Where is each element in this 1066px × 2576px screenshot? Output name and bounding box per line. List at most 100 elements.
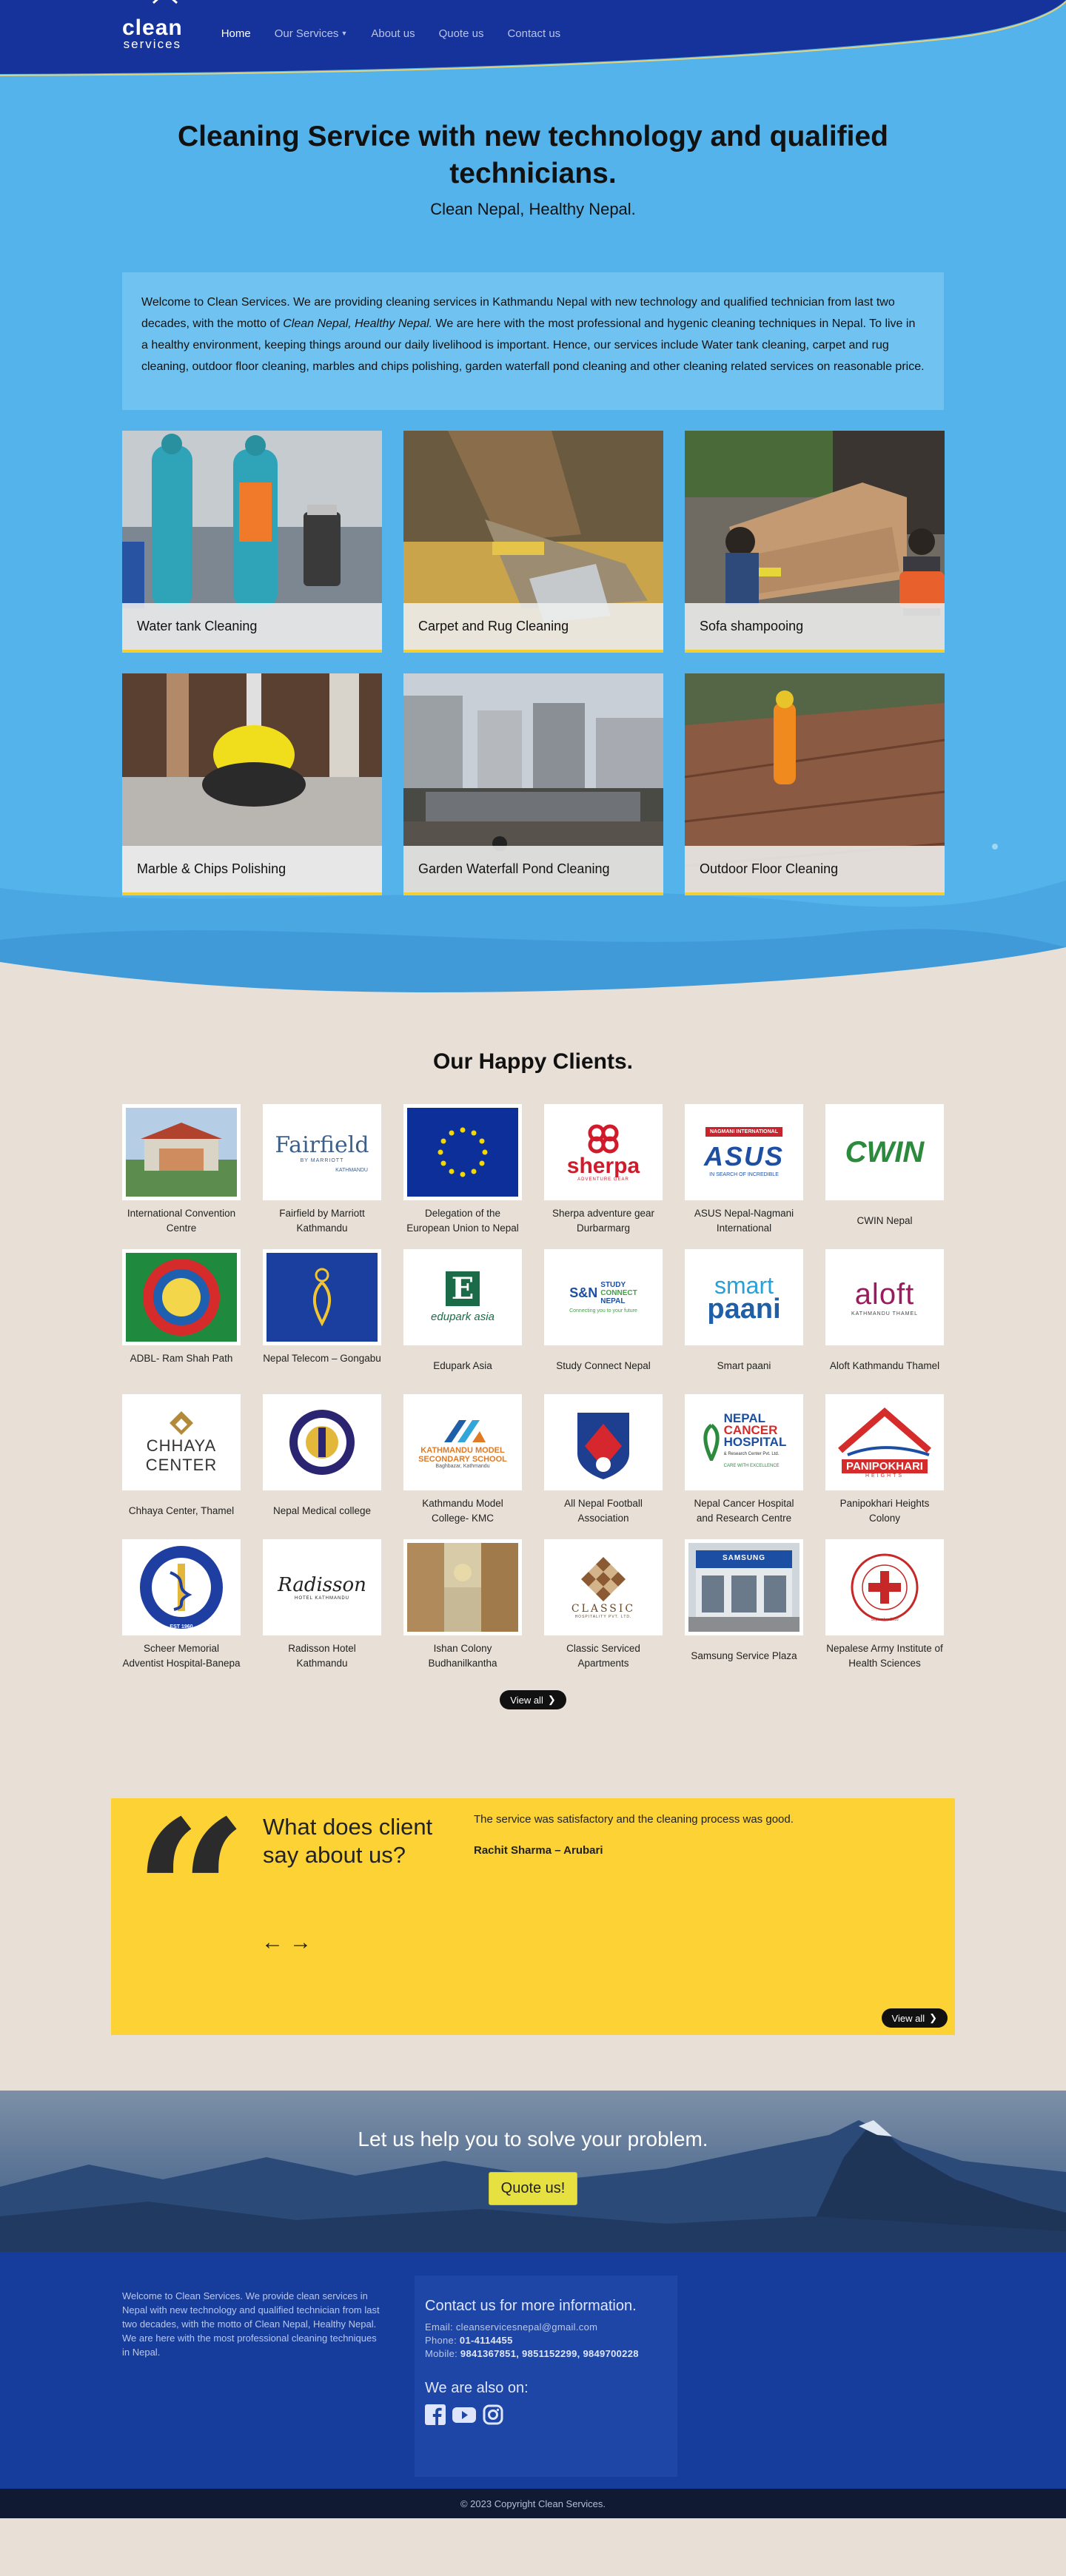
client-logo-text: E [445,1271,480,1306]
footer-about: Welcome to Clean Services. We provide cl… [122,2290,380,2358]
client-logo-text: & Research Center Pvt. Ltd. [723,1452,780,1456]
client-item[interactable]: Radisson HOTEL KATHMANDU Radisson Hotel … [263,1539,381,1671]
nav-contact-us[interactable]: Contact us [495,20,572,47]
nav-home[interactable]: Home [209,20,263,47]
phone-number[interactable]: 01-4114455 [460,2335,513,2346]
client-logo-text: STUDY [600,1281,626,1289]
client-logo-text: EST 1960 [170,1624,193,1630]
cta-section: Let us help you to solve your problem. Q… [0,2091,1066,2252]
scheer-memorial-emblem [140,1546,223,1629]
client-item[interactable]: September 2010 Nepalese Army Institute o… [825,1539,944,1671]
testimonial-view-all-button[interactable]: View all ❯ [881,2008,948,2028]
client-logo: aloft KATHMANDU THAMEL [825,1249,944,1345]
social-title: We are also on: [425,2380,529,2396]
service-card-garden-pond[interactable]: Garden Waterfall Pond Cleaning [403,673,663,895]
client-item[interactable]: SAMSUNG Samsung Service Plaza [685,1539,803,1671]
client-name: Delegation of the European Union to Nepa… [406,1208,519,1234]
mobile-numbers[interactable]: 9841367851, 9851152299, 9849700228 [460,2348,639,2359]
service-card-label: Outdoor Floor Cleaning [685,846,945,892]
hero-section: Cleaning Service with new technology and… [0,85,1066,1006]
client-logo-text: KATHMANDU MODEL [420,1445,505,1455]
service-card-outdoor-floor[interactable]: Outdoor Floor Cleaning [685,673,945,895]
client-item[interactable]: CWIN CWIN Nepal [825,1104,944,1236]
arrow-left-icon[interactable]: ← [261,1930,284,1955]
client-item[interactable]: NEPAL CANCER HOSPITAL & Research Center … [685,1394,803,1526]
client-item[interactable]: Nepal Medical college [263,1394,381,1526]
youtube-icon[interactable] [452,2404,477,2425]
client-item[interactable]: NEPAL All Nepal Football Association [544,1394,663,1526]
testimonial-section: “ What does client say about us? The ser… [0,1757,1066,2091]
ishan-colony-photo [407,1543,518,1632]
client-logo-text: HOSPITALITY PVT. LTD. [574,1615,632,1619]
client-item[interactable]: S&N STUDY CONNECT NEPAL Connecting you t… [544,1249,663,1381]
service-card-label: Marble & Chips Polishing [122,846,382,892]
nav-our-services[interactable]: Our Services ▼ [263,20,360,47]
client-logo-text: September 2010 [871,1618,899,1622]
client-item[interactable]: PANIPOKHARI HEIGHTS Panipokhari Heights … [825,1394,944,1526]
client-name: Edupark Asia [433,1360,492,1371]
service-card-label: Carpet and Rug Cleaning [403,603,663,650]
email-link[interactable]: cleanservicesnepal@gmail.com [456,2321,597,2333]
view-all-label: View all [510,1694,543,1706]
service-card-carpet-rug[interactable]: Carpet and Rug Cleaning [403,431,663,653]
client-item[interactable]: smart paani Smart paani [685,1249,803,1381]
nav-our-services-label: Our Services [274,27,339,40]
arrow-right-icon[interactable]: → [289,1930,312,1955]
client-item[interactable]: KATHMANDU MODEL SECONDARY SCHOOL Baghbaz… [403,1394,522,1526]
instagram-icon[interactable] [483,2404,503,2425]
naihs-emblem [851,1553,919,1621]
client-item[interactable]: CLASSIC HOSPITALITY PVT. LTD. Classic Se… [544,1539,663,1671]
nav-quote-us[interactable]: Quote us [427,20,496,47]
client-logo: September 2010 [825,1539,944,1635]
client-item[interactable]: EST 1960 Scheer Memorial Adventist Hospi… [122,1539,241,1671]
clients-view-all-button[interactable]: View all ❯ [500,1690,566,1709]
nav-about-us[interactable]: About us [359,20,426,47]
contact-mobile: Mobile: 9841367851, 9851152299, 98497002… [425,2347,667,2361]
site-logo[interactable]: clean services [122,0,183,50]
intro-motto: Clean Nepal, Healthy Nepal. [283,317,433,330]
client-name: Nepal Medical college [272,1505,372,1516]
client-logo-text: SECONDARY SCHOOL [418,1454,507,1464]
client-name: Nepalese Army Institute of Health Scienc… [826,1643,943,1669]
copyright-text: © 2023 Copyright Clean Services. [460,2498,606,2509]
client-logo-text: IN SEARCH OF INCREDIBLE [709,1172,779,1177]
client-logo-text: Radisson [278,1574,366,1596]
client-logo-text: HEIGHTS [865,1473,905,1479]
client-logo: EST 1960 [122,1539,241,1635]
client-item[interactable]: E edupark asia Edupark Asia [403,1249,522,1381]
convention-centre-photo [126,1108,237,1197]
chevron-right-icon: ❯ [547,1694,556,1705]
footer-contact: Contact us for more information. Email: … [415,2276,677,2477]
client-item[interactable]: Fairfield BY MARRIOTT KATHMANDU Fairfiel… [263,1104,381,1236]
service-card-marble[interactable]: Marble & Chips Polishing [122,673,382,895]
client-item[interactable]: Delegation of the European Union to Nepa… [403,1104,522,1236]
client-logo-text: NAGMANI INTERNATIONAL [705,1127,783,1137]
testimonial-message: The service was satisfactory and the cle… [474,1813,794,1826]
quote-us-button[interactable]: Quote us! [488,2172,578,2205]
client-item[interactable]: Nepal Telecom – Gongabu [263,1249,381,1381]
client-name: Ishan Colony Budhanilkantha [428,1643,497,1669]
service-card-sofa[interactable]: Sofa shampooing [685,431,945,653]
view-all-label: View all [891,2012,925,2024]
client-logo-text: HOSPITAL [723,1435,787,1449]
service-card-water-tank[interactable]: Water tank Cleaning [122,431,382,653]
client-item[interactable]: sherpa ADVENTURE GEAR Sherpa adventure g… [544,1104,663,1236]
client-item[interactable]: NAGMANI INTERNATIONAL ASUS IN SEARCH OF … [685,1104,803,1236]
client-logo-text: BY MARRIOTT [300,1157,344,1163]
classic-diamond-icon [581,1557,626,1601]
client-name: Sherpa adventure gear Durbarmarg [552,1208,655,1234]
clients-grid: International Convention Centre Fairfiel… [122,1104,944,1671]
client-item[interactable]: Ishan Colony Budhanilkantha [403,1539,522,1671]
client-logo: PANIPOKHARI HEIGHTS [825,1394,944,1490]
email-label: Email: [425,2321,456,2333]
client-item[interactable]: aloft KATHMANDU THAMEL Aloft Kathmandu T… [825,1249,944,1381]
client-item[interactable]: ADBL- Ram Shah Path [122,1249,241,1381]
client-logo: KATHMANDU MODEL SECONDARY SCHOOL Baghbaz… [403,1394,522,1490]
kmc-chevron-icon [444,1419,486,1442]
client-item[interactable]: International Convention Centre [122,1104,241,1236]
facebook-icon[interactable] [425,2404,446,2425]
client-item[interactable]: CHHAYA CENTER Chhaya Center, Thamel [122,1394,241,1526]
quote-icon: “ [133,1776,249,2011]
client-name: All Nepal Football Association [564,1498,643,1524]
sherpa-knot-icon [588,1124,619,1154]
